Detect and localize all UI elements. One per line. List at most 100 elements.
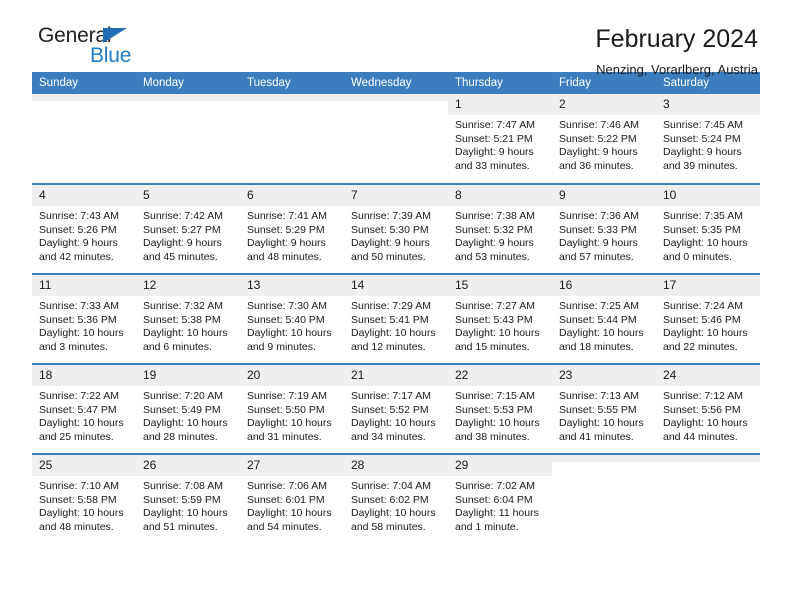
day-number: 3: [656, 94, 760, 115]
sun-info-line: and 48 minutes.: [247, 250, 322, 263]
day-number: 22: [448, 365, 552, 386]
calendar-day-cell[interactable]: 23 Sunrise: 7:13 AM Sunset: 5:55 PM Dayligh…: [552, 363, 656, 454]
day-number: 21: [344, 365, 448, 386]
sun-info-line: and 18 minutes.: [559, 340, 634, 353]
day-cell-inner: 6 Sunrise: 7:41 AM Sunset: 5:29 PM Daylight…: [240, 185, 344, 273]
calendar-day-cell[interactable]: 18 Sunrise: 7:22 AM Sunset: 5:47 PM Dayligh…: [32, 363, 136, 454]
calendar-day-cell[interactable]: 5 Sunrise: 7:42 AM Sunset: 5:27 PM Daylight…: [136, 183, 240, 274]
sun-info-line: Daylight: 10 hours: [143, 507, 228, 520]
day-number: 15: [448, 275, 552, 296]
sun-info-line: Sunrise: 7:30 AM: [247, 300, 327, 312]
day-cell-inner: 1 Sunrise: 7:47 AM Sunset: 5:21 PM Daylight…: [448, 94, 552, 183]
sun-info-line: Sunrise: 7:06 AM: [247, 480, 327, 492]
day-number: 20: [240, 365, 344, 386]
sun-info: Sunrise: 7:32 AM Sunset: 5:38 PM Daylight:…: [136, 296, 240, 354]
calendar-week-row: 1 Sunrise: 7:47 AM Sunset: 5:21 PM Daylight…: [32, 94, 760, 184]
sun-info-line: Daylight: 10 hours: [143, 327, 228, 340]
sun-info-line: Sunrise: 7:13 AM: [559, 390, 639, 402]
calendar-day-cell[interactable]: 22 Sunrise: 7:15 AM Sunset: 5:53 PM Dayligh…: [448, 363, 552, 454]
calendar-day-cell[interactable]: 2 Sunrise: 7:46 AM Sunset: 5:22 PM Daylight…: [552, 94, 656, 184]
calendar-day-cell[interactable]: 12 Sunrise: 7:32 AM Sunset: 5:38 PM Dayligh…: [136, 273, 240, 364]
calendar-day-cell[interactable]: 19 Sunrise: 7:20 AM Sunset: 5:49 PM Dayligh…: [136, 363, 240, 454]
sun-info: Sunrise: 7:29 AM Sunset: 5:41 PM Daylight:…: [344, 296, 448, 354]
day-cell-inner: 28 Sunrise: 7:04 AM Sunset: 6:02 PM Dayligh…: [344, 455, 448, 544]
calendar-day-cell[interactable]: 8 Sunrise: 7:38 AM Sunset: 5:32 PM Daylight…: [448, 183, 552, 274]
calendar-day-cell[interactable]: 10 Sunrise: 7:35 AM Sunset: 5:35 PM Dayligh…: [656, 183, 760, 274]
day-number: 5: [136, 185, 240, 206]
calendar-day-cell[interactable]: 26 Sunrise: 7:08 AM Sunset: 5:59 PM Dayligh…: [136, 453, 240, 544]
calendar-day-cell[interactable]: 29 Sunrise: 7:02 AM Sunset: 6:04 PM Dayligh…: [448, 453, 552, 544]
day-number: [240, 94, 344, 101]
weekday-header-sunday: Sunday: [32, 72, 136, 94]
sun-info-line: Sunset: 5:55 PM: [559, 403, 637, 416]
sun-info-line: and 54 minutes.: [247, 520, 322, 533]
day-cell-inner: 29 Sunrise: 7:02 AM Sunset: 6:04 PM Dayligh…: [448, 455, 552, 544]
logo-triangle-icon: [103, 28, 127, 43]
page-header: General Blue February 2024 Nenzing, Vora…: [32, 0, 760, 77]
sun-info-line: Daylight: 9 hours: [247, 237, 326, 250]
day-cell-inner: 20 Sunrise: 7:19 AM Sunset: 5:50 PM Dayligh…: [240, 365, 344, 453]
day-cell-inner: 16 Sunrise: 7:25 AM Sunset: 5:44 PM Dayligh…: [552, 275, 656, 363]
day-cell-inner: [656, 455, 760, 544]
sun-info-line: Sunrise: 7:46 AM: [559, 119, 639, 131]
day-cell-inner: 14 Sunrise: 7:29 AM Sunset: 5:41 PM Dayligh…: [344, 275, 448, 363]
sun-info-line: Sunrise: 7:43 AM: [39, 210, 119, 222]
sun-info-line: Sunset: 5:36 PM: [39, 313, 117, 326]
sun-info-line: Daylight: 9 hours: [559, 237, 638, 250]
calendar-day-cell[interactable]: 1 Sunrise: 7:47 AM Sunset: 5:21 PM Daylight…: [448, 94, 552, 184]
day-number: 10: [656, 185, 760, 206]
calendar-day-cell[interactable]: 25 Sunrise: 7:10 AM Sunset: 5:58 PM Dayligh…: [32, 453, 136, 544]
sun-info-line: Daylight: 10 hours: [351, 417, 436, 430]
sun-info-line: and 53 minutes.: [455, 250, 530, 263]
calendar-day-cell[interactable]: 6 Sunrise: 7:41 AM Sunset: 5:29 PM Daylight…: [240, 183, 344, 274]
weekday-header-monday: Monday: [136, 72, 240, 94]
calendar-day-cell[interactable]: 4 Sunrise: 7:43 AM Sunset: 5:26 PM Daylight…: [32, 183, 136, 274]
sun-info-line: Daylight: 10 hours: [247, 327, 332, 340]
sun-info-line: Sunset: 5:52 PM: [351, 403, 429, 416]
sun-info-line: Sunset: 6:02 PM: [351, 493, 429, 506]
day-cell-inner: 19 Sunrise: 7:20 AM Sunset: 5:49 PM Dayligh…: [136, 365, 240, 453]
calendar-day-cell[interactable]: 16 Sunrise: 7:25 AM Sunset: 5:44 PM Dayligh…: [552, 273, 656, 364]
calendar-day-cell[interactable]: 21 Sunrise: 7:17 AM Sunset: 5:52 PM Dayligh…: [344, 363, 448, 454]
sun-info: Sunrise: 7:17 AM Sunset: 5:52 PM Daylight:…: [344, 386, 448, 444]
calendar-day-cell[interactable]: 3 Sunrise: 7:45 AM Sunset: 5:24 PM Daylight…: [656, 94, 760, 184]
sun-info-line: Daylight: 10 hours: [143, 417, 228, 430]
calendar-day-cell[interactable]: 27 Sunrise: 7:06 AM Sunset: 6:01 PM Dayligh…: [240, 453, 344, 544]
calendar-day-cell[interactable]: 24 Sunrise: 7:12 AM Sunset: 5:56 PM Dayligh…: [656, 363, 760, 454]
day-cell-inner: 10 Sunrise: 7:35 AM Sunset: 5:35 PM Dayligh…: [656, 185, 760, 273]
calendar-day-cell[interactable]: 11 Sunrise: 7:33 AM Sunset: 5:36 PM Dayligh…: [32, 273, 136, 364]
sun-info-line: Sunrise: 7:27 AM: [455, 300, 535, 312]
calendar-day-cell[interactable]: 17 Sunrise: 7:24 AM Sunset: 5:46 PM Dayligh…: [656, 273, 760, 364]
sun-info-line: Daylight: 10 hours: [663, 417, 748, 430]
sun-info-line: Daylight: 10 hours: [39, 417, 124, 430]
calendar-day-cell[interactable]: 9 Sunrise: 7:36 AM Sunset: 5:33 PM Daylight…: [552, 183, 656, 274]
sun-info-line: Sunrise: 7:04 AM: [351, 480, 431, 492]
sun-info-line: and 6 minutes.: [143, 340, 212, 353]
sun-info-line: Sunrise: 7:02 AM: [455, 480, 535, 492]
sun-info-line: Daylight: 9 hours: [143, 237, 222, 250]
sun-info-line: Daylight: 10 hours: [351, 507, 436, 520]
day-number: 1: [448, 94, 552, 115]
calendar-day-cell[interactable]: 20 Sunrise: 7:19 AM Sunset: 5:50 PM Dayligh…: [240, 363, 344, 454]
calendar-week-row: 25 Sunrise: 7:10 AM Sunset: 5:58 PM Dayligh…: [32, 453, 760, 544]
sun-info-line: and 36 minutes.: [559, 159, 634, 172]
calendar-day-cell[interactable]: 15 Sunrise: 7:27 AM Sunset: 5:43 PM Dayligh…: [448, 273, 552, 364]
day-cell-inner: 27 Sunrise: 7:06 AM Sunset: 6:01 PM Dayligh…: [240, 455, 344, 544]
sun-info: Sunrise: 7:35 AM Sunset: 5:35 PM Daylight:…: [656, 206, 760, 264]
calendar-day-cell[interactable]: 14 Sunrise: 7:29 AM Sunset: 5:41 PM Dayligh…: [344, 273, 448, 364]
day-number: [32, 94, 136, 101]
calendar-day-cell[interactable]: 28 Sunrise: 7:04 AM Sunset: 6:02 PM Dayligh…: [344, 453, 448, 544]
sun-info-line: and 38 minutes.: [455, 430, 530, 443]
sun-info-line: Daylight: 10 hours: [39, 507, 124, 520]
calendar-day-cell[interactable]: 13 Sunrise: 7:30 AM Sunset: 5:40 PM Dayligh…: [240, 273, 344, 364]
day-cell-inner: 4 Sunrise: 7:43 AM Sunset: 5:26 PM Daylight…: [32, 185, 136, 273]
day-number: 12: [136, 275, 240, 296]
day-number: 7: [344, 185, 448, 206]
sun-info: Sunrise: 7:20 AM Sunset: 5:49 PM Daylight:…: [136, 386, 240, 444]
sun-info-line: Daylight: 10 hours: [247, 417, 332, 430]
calendar-page: General Blue February 2024 Nenzing, Vora…: [0, 0, 792, 612]
sun-info-line: Daylight: 9 hours: [39, 237, 118, 250]
calendar-day-cell[interactable]: 7 Sunrise: 7:39 AM Sunset: 5:30 PM Daylight…: [344, 183, 448, 274]
day-cell-inner: 2 Sunrise: 7:46 AM Sunset: 5:22 PM Daylight…: [552, 94, 656, 183]
sun-info: Sunrise: 7:24 AM Sunset: 5:46 PM Daylight:…: [656, 296, 760, 354]
